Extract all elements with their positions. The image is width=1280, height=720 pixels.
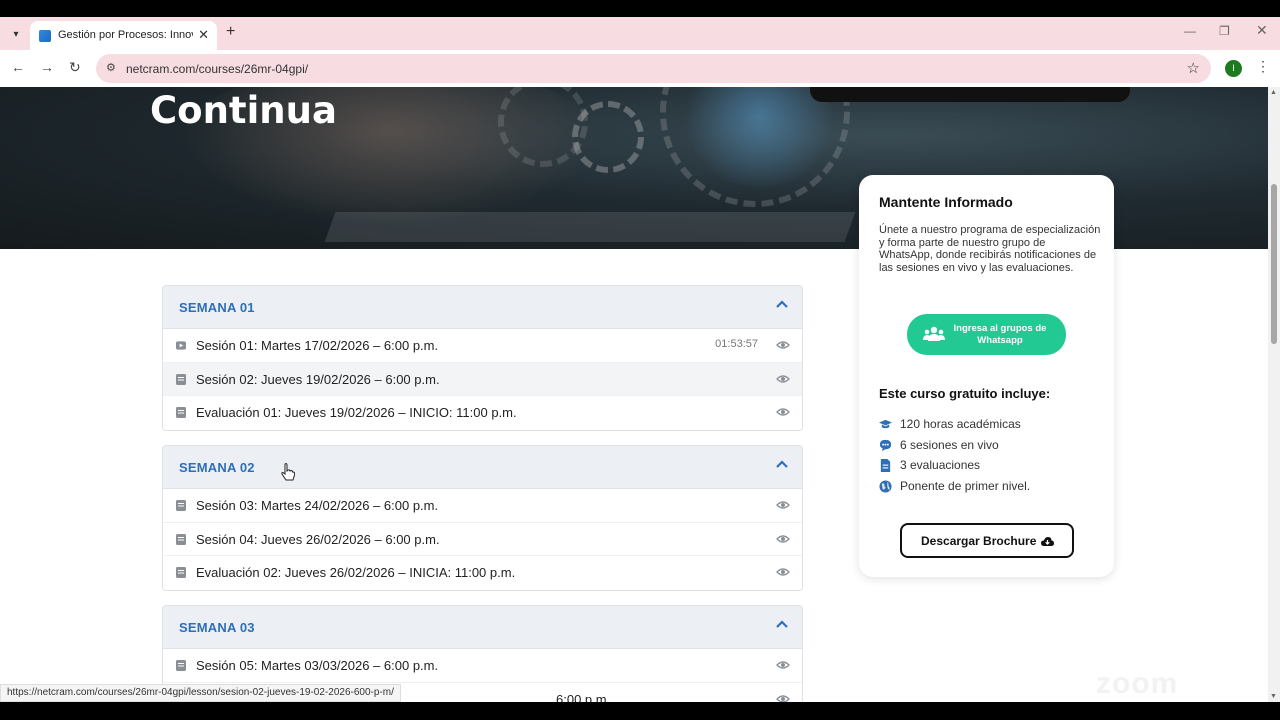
hero-dark-bar <box>810 87 1130 102</box>
whatsapp-button-label: Ingresa al grupos de Whatsapp <box>953 323 1047 346</box>
chevron-up-icon[interactable] <box>775 297 789 311</box>
tab-strip: ▾ Gestión por Procesos: Innovació ✕ + — … <box>0 17 1280 50</box>
eye-icon[interactable] <box>776 692 790 703</box>
download-brochure-button[interactable]: Descargar Brochure <box>900 523 1074 558</box>
hand-cursor-icon <box>281 463 295 481</box>
lesson-row[interactable]: Sesión 03: Martes 24/02/2026 – 6:00 p.m. <box>163 489 802 523</box>
info-card: Mantente Informado Únete a nuestro progr… <box>859 175 1114 577</box>
week-accordion: SEMANA 02 Sesión 03: Martes 24/02/2026 –… <box>162 445 803 591</box>
lesson-row[interactable]: Evaluación 01: Jueves 19/02/2026 – INICI… <box>163 396 802 430</box>
page-content: Continua SEMANA 01 Sesión 01: Martes 17/… <box>0 87 1268 702</box>
lesson-title[interactable]: Sesión 04: Jueves 26/02/2026 – 6:00 p.m. <box>196 532 440 547</box>
bookmark-star-icon[interactable]: ☆ <box>1187 59 1200 77</box>
document-icon <box>880 459 891 472</box>
tab-close-icon[interactable]: ✕ <box>198 27 209 43</box>
card-description: Únete a nuestro programa de especializac… <box>879 224 1101 274</box>
profile-avatar[interactable]: I <box>1225 60 1242 77</box>
feature-text: 120 horas académicas <box>900 417 1021 431</box>
hero-title: Continua <box>150 89 337 132</box>
document-icon <box>176 567 186 578</box>
lesson-title[interactable]: 6:00 p.m. <box>556 692 610 703</box>
eye-icon[interactable] <box>776 658 790 672</box>
lesson-title[interactable]: Sesión 03: Martes 24/02/2026 – 6:00 p.m. <box>196 498 438 513</box>
feature-text: 6 sesiones en vivo <box>900 438 999 452</box>
favicon-icon <box>39 30 51 42</box>
week-header[interactable]: SEMANA 02 <box>163 446 802 489</box>
week-title: SEMANA 01 <box>179 300 255 315</box>
lesson-title[interactable]: Sesión 05: Martes 03/03/2026 – 6:00 p.m. <box>196 658 438 673</box>
address-bar[interactable]: ⚙ netcram.com/courses/26mr-04gpi/ ☆ <box>96 54 1211 83</box>
scroll-thumb[interactable] <box>1271 184 1277 344</box>
week-accordion: SEMANA 01 Sesión 01: Martes 17/02/2026 –… <box>162 285 803 431</box>
video-icon <box>176 341 186 350</box>
eye-icon[interactable] <box>776 532 790 546</box>
page-scrollbar[interactable]: ▲ ▼ <box>1268 87 1280 702</box>
new-tab-button[interactable]: + <box>226 23 235 41</box>
restore-icon[interactable]: ❐ <box>1219 24 1230 38</box>
brochure-button-label: Descargar Brochure <box>921 534 1037 548</box>
browser-toolbar: ← → ↻ ⚙ netcram.com/courses/26mr-04gpi/ … <box>0 50 1280 87</box>
cloud-download-icon <box>1041 537 1054 546</box>
feature-text: 3 evaluaciones <box>900 458 981 472</box>
lesson-duration: 01:53:57 <box>715 338 758 350</box>
whatsapp-group-button[interactable]: Ingresa al grupos de Whatsapp <box>907 314 1066 355</box>
browser-window: ▾ Gestión por Procesos: Innovació ✕ + — … <box>0 17 1280 702</box>
tab-search-chevron-icon[interactable]: ▾ <box>6 24 26 44</box>
users-group-icon <box>923 326 945 341</box>
close-window-icon[interactable]: ✕ <box>1256 22 1268 39</box>
eye-icon[interactable] <box>776 338 790 352</box>
chevron-up-icon[interactable] <box>775 617 789 631</box>
zoom-watermark-logo: zoom <box>1096 667 1179 700</box>
back-icon[interactable]: ← <box>11 59 25 75</box>
gear-icon <box>660 87 850 207</box>
tab-title: Gestión por Procesos: Innovació <box>58 29 193 41</box>
site-settings-icon[interactable]: ⚙ <box>106 61 116 74</box>
week-header[interactable]: SEMANA 01 <box>163 286 802 329</box>
document-icon <box>176 500 186 511</box>
lesson-row[interactable]: Sesión 04: Jueves 26/02/2026 – 6:00 p.m. <box>163 523 802 556</box>
eye-icon[interactable] <box>776 565 790 579</box>
globe-icon <box>879 480 892 493</box>
forward-icon[interactable]: → <box>40 59 54 75</box>
lesson-title[interactable]: Sesión 02: Jueves 19/02/2026 – 6:00 p.m. <box>196 372 440 387</box>
document-icon <box>176 407 186 418</box>
browser-menu-icon[interactable]: ⋮ <box>1256 58 1270 75</box>
week-title: SEMANA 02 <box>179 460 255 475</box>
chat-bubble-icon <box>879 439 892 452</box>
url-text[interactable]: netcram.com/courses/26mr-04gpi/ <box>126 62 308 76</box>
eye-icon[interactable] <box>776 498 790 512</box>
reload-icon[interactable]: ↻ <box>69 59 81 76</box>
document-icon <box>176 660 186 671</box>
week-title: SEMANA 03 <box>179 620 255 635</box>
lesson-title[interactable]: Evaluación 02: Jueves 26/02/2026 – INICI… <box>196 565 515 580</box>
graduation-cap-icon <box>879 419 892 429</box>
scroll-up-arrow-icon[interactable]: ▲ <box>1270 89 1277 96</box>
document-icon <box>176 373 186 385</box>
chevron-up-icon[interactable] <box>775 457 789 471</box>
scroll-down-arrow-icon[interactable]: ▼ <box>1270 693 1277 700</box>
includes-heading: Este curso gratuito incluye: <box>879 386 1051 401</box>
feature-text: Ponente de primer nivel. <box>900 479 1031 493</box>
minimize-icon[interactable]: — <box>1184 24 1196 38</box>
status-bar-url: https://netcram.com/courses/26mr-04gpi/l… <box>0 684 401 702</box>
card-heading: Mantente Informado <box>879 194 1013 210</box>
lesson-row[interactable]: Sesión 01: Martes 17/02/2026 – 6:00 p.m.… <box>163 329 802 363</box>
tablet-image <box>324 212 856 242</box>
lesson-row[interactable]: Evaluación 02: Jueves 26/02/2026 – INICI… <box>163 556 802 590</box>
week-header[interactable]: SEMANA 03 <box>163 606 802 649</box>
tab-active[interactable]: Gestión por Procesos: Innovació ✕ <box>30 21 217 50</box>
eye-icon[interactable] <box>776 372 790 386</box>
lesson-title[interactable]: Sesión 01: Martes 17/02/2026 – 6:00 p.m. <box>196 338 438 353</box>
lesson-row[interactable]: Sesión 02: Jueves 19/02/2026 – 6:00 p.m. <box>163 362 802 396</box>
document-icon <box>176 533 186 545</box>
eye-icon[interactable] <box>776 405 790 419</box>
lesson-row[interactable]: Sesión 05: Martes 03/03/2026 – 6:00 p.m. <box>163 649 802 683</box>
lesson-title[interactable]: Evaluación 01: Jueves 19/02/2026 – INICI… <box>196 405 517 420</box>
